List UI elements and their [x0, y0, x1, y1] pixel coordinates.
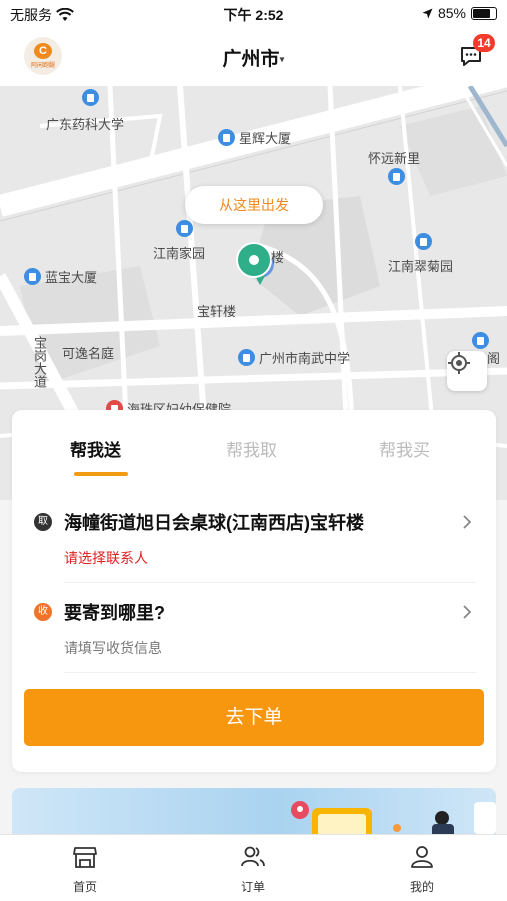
- poi-xinghui-building[interactable]: 星辉大厦: [218, 128, 291, 147]
- poi-pavilion-partial[interactable]: 阁: [487, 348, 500, 367]
- tab-buy[interactable]: 帮我买: [379, 436, 430, 461]
- building-icon: [24, 268, 41, 285]
- poi-jiangnan-jiayuan[interactable]: 江南家园: [153, 243, 205, 262]
- building-icon: [218, 129, 235, 146]
- messages-button[interactable]: 14: [459, 34, 495, 68]
- tabbar-orders-label: 订单: [240, 880, 265, 894]
- road-baogang-avenue: 宝岗大道: [32, 336, 47, 388]
- storefront-icon: [73, 847, 97, 868]
- pickup-address: 海幢街道旭日会桌球(江南西店)宝轩楼: [64, 513, 364, 533]
- delivery-address-row[interactable]: 收 要寄到哪里? 请填写收货信息: [34, 588, 476, 674]
- promo-banner[interactable]: [12, 788, 496, 834]
- status-right: 85%: [422, 5, 497, 21]
- chevron-right-icon: [463, 515, 472, 529]
- delivery-badge: 收: [34, 603, 52, 621]
- receiver-info-hint: 请填写收货信息: [64, 640, 162, 656]
- school-icon: [82, 89, 99, 106]
- poi-lanbao-building[interactable]: 蓝宝大厦: [24, 267, 97, 286]
- status-bar: 无服务 下午 2:52 85%: [0, 0, 507, 28]
- location-arrow-icon: [422, 8, 433, 18]
- active-tab-indicator: [74, 472, 128, 476]
- start-here-bubble[interactable]: 从这里出发: [185, 186, 323, 224]
- delivery-title: 要寄到哪里?: [64, 603, 165, 623]
- tabbar-profile-label: 我的: [409, 880, 434, 894]
- tab-send[interactable]: 帮我送: [70, 436, 121, 461]
- poi-keyi-mingting[interactable]: 可逸名庭: [62, 343, 114, 362]
- pickup-badge: 取: [34, 513, 52, 531]
- pickup-address-row[interactable]: 取 海幢街道旭日会桌球(江南西店)宝轩楼 请选择联系人: [34, 498, 476, 584]
- chevron-right-icon: [463, 605, 472, 619]
- tabbar-profile[interactable]: 我的: [382, 843, 462, 895]
- message-count-badge: 14: [473, 34, 495, 52]
- poi-guangdong-pharm-univ[interactable]: 广东药科大学: [46, 114, 124, 133]
- poi-marker[interactable]: [472, 332, 489, 349]
- building-icon: [415, 233, 432, 250]
- bottom-tab-bar: 首页 订单 我的: [0, 834, 507, 901]
- culture-icon: [238, 349, 255, 366]
- tabbar-home[interactable]: 首页: [45, 843, 125, 895]
- service-tabs: 帮我送 帮我取 帮我买: [12, 410, 496, 480]
- poi-huaiyuan-xinli[interactable]: 怀远新里: [368, 148, 420, 167]
- city-name: 广州市: [222, 49, 280, 70]
- place-order-button[interactable]: 去下单: [24, 689, 484, 746]
- building-icon: [176, 220, 193, 237]
- building-icon: [472, 332, 489, 349]
- poi-marker[interactable]: [176, 220, 193, 237]
- battery-percent: 85%: [437, 5, 466, 21]
- tabbar-home-label: 首页: [72, 880, 97, 894]
- poi-marker[interactable]: [82, 89, 99, 106]
- poi-marker[interactable]: [388, 168, 405, 185]
- battery-icon: [471, 6, 497, 20]
- poi-marker[interactable]: [415, 233, 432, 250]
- select-contact-hint: 请选择联系人: [64, 550, 148, 566]
- divider: [64, 582, 476, 583]
- users-icon: [241, 846, 265, 867]
- app-header: C 阿闲跑腿 广州市▾ 14: [0, 28, 507, 86]
- chevron-down-icon: ▾: [279, 54, 285, 66]
- tabbar-orders[interactable]: 订单: [213, 843, 293, 895]
- banner-illustration: [291, 801, 496, 834]
- divider: [64, 672, 476, 673]
- crosshair-icon: [448, 352, 470, 374]
- poi-building-partial[interactable]: 楼: [271, 247, 284, 266]
- locate-me-button[interactable]: [447, 351, 487, 391]
- building-icon: [388, 168, 405, 185]
- tab-pickup[interactable]: 帮我取: [226, 436, 277, 461]
- poi-baoxuan-lou[interactable]: 宝轩楼: [197, 301, 236, 320]
- poi-jiangnan-cuiju[interactable]: 江南翠菊园: [388, 256, 453, 275]
- person-icon: [411, 846, 433, 868]
- poi-nanwu-middle-school[interactable]: 广州市南武中学: [238, 348, 350, 367]
- city-selector[interactable]: 广州市▾: [0, 44, 507, 71]
- order-card: 帮我送 帮我取 帮我买 取 海幢街道旭日会桌球(江南西店)宝轩楼 请选择联系人 …: [12, 410, 496, 772]
